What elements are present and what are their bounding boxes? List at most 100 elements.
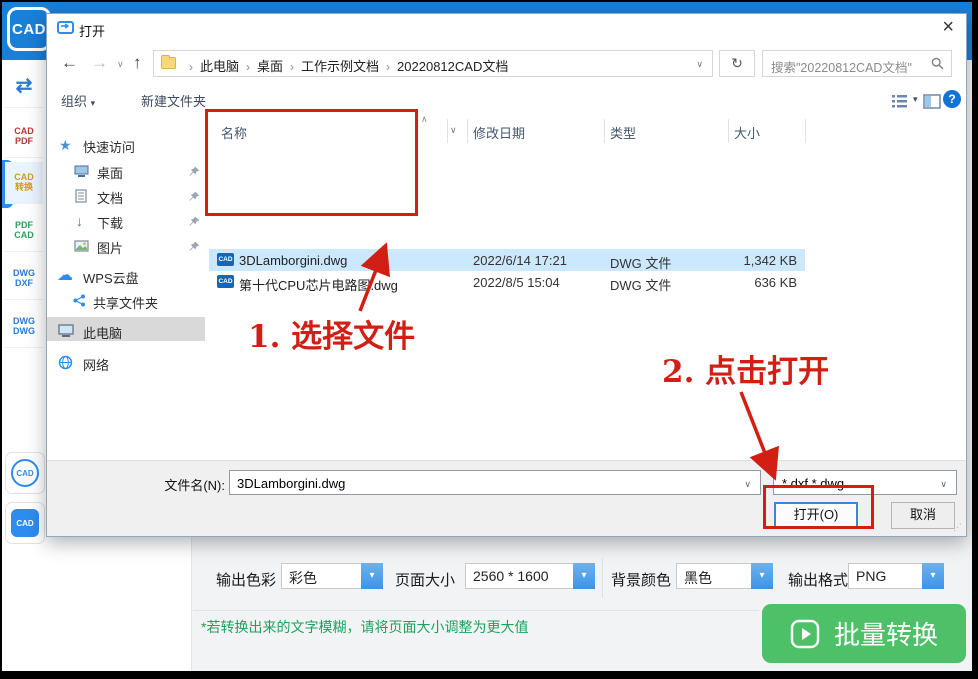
network-globe-icon — [58, 355, 73, 370]
folder-icon — [161, 57, 176, 69]
breadcrumb-separator: › — [239, 60, 257, 74]
background-color-select[interactable]: 黑色 ▾ — [676, 563, 773, 589]
view-options-caret-icon[interactable]: ▾ — [913, 94, 918, 105]
open-dialog: 打开 × ← → ∨ ↑ ›此电脑›桌面›工作示例文档›20220812CAD文… — [46, 13, 967, 537]
address-bar[interactable]: ›此电脑›桌面›工作示例文档›20220812CAD文档 ∨ — [153, 50, 713, 77]
output-color-select[interactable]: 彩色 ▾ — [281, 563, 383, 589]
dropdown-arrow-icon[interactable]: ▾ — [922, 563, 944, 589]
dialog-title: 打开 — [79, 21, 105, 40]
pin-icon — [189, 216, 200, 227]
tool-pdf-to-cad[interactable]: PDF CAD — [5, 210, 43, 252]
recent-locations-chevron-icon[interactable]: ∨ — [117, 59, 124, 70]
card-label: CAD — [16, 519, 33, 528]
preview-pane-icon[interactable] — [923, 94, 941, 109]
file-name: 第十代CPU芯片电路图.dwg — [239, 275, 398, 294]
file-row[interactable]: CAD 第十代CPU芯片电路图.dwg 2022/8/5 15:04 DWG 文… — [209, 271, 805, 293]
dropdown-arrow-icon[interactable]: ▾ — [751, 563, 773, 589]
pin-icon — [189, 166, 200, 177]
divider — [602, 558, 603, 598]
breadcrumb-separator: › — [182, 60, 200, 74]
star-icon: ★ — [59, 137, 72, 153]
output-format-select[interactable]: PNG ▾ — [848, 563, 944, 589]
caret-down-icon: ▾ — [91, 98, 96, 108]
sidebar-item-label: 下载 — [97, 213, 123, 232]
file-type: DWG 文件 — [610, 253, 671, 272]
file-type: DWG 文件 — [610, 275, 671, 294]
column-header-type[interactable]: 类型 — [610, 118, 636, 144]
breadcrumb-this-pc[interactable]: 此电脑 — [200, 59, 239, 74]
dropdown-arrow-icon[interactable]: ▾ — [573, 563, 595, 589]
search-icon — [931, 57, 944, 70]
forward-arrow-icon[interactable]: → — [91, 53, 108, 73]
search-box[interactable]: 搜索"20220812CAD文档" — [762, 50, 952, 77]
up-arrow-icon[interactable]: ↑ — [133, 53, 142, 73]
column-header-size[interactable]: 大小 — [734, 118, 760, 144]
column-label: 修改日期 — [473, 118, 525, 142]
tool-cad-to-pdf[interactable]: CAD PDF — [5, 116, 43, 158]
resize-grip[interactable]: ⋰ — [953, 522, 963, 533]
filter-chevron-icon[interactable]: ∨ — [450, 125, 457, 136]
sidebar-item-label: 图片 — [97, 238, 123, 257]
cancel-button[interactable]: 取消 — [891, 502, 955, 529]
swap-arrows-icon: ⇄ — [16, 76, 33, 97]
picture-icon — [74, 240, 89, 252]
screenshot-frame: CAD 迅捷CAD转换器 ⇄ CAD PDF CAD 转换 PDF CAD DW… — [0, 0, 978, 679]
tool-cad-viewer[interactable]: CAD — [5, 452, 45, 494]
batch-convert-button[interactable]: 批量转换 — [762, 604, 966, 663]
app-logo: CAD — [7, 7, 51, 51]
list-view-icon[interactable] — [891, 94, 908, 109]
annotation-step1-text: 1. 选择文件 — [248, 311, 415, 356]
search-input-text: 搜索"20220812CAD文档" — [771, 57, 912, 76]
tool-label: DXF — [15, 279, 33, 288]
close-icon[interactable]: × — [942, 16, 954, 39]
blur-hint-note: *若转换出来的文字模糊，请将页面大小调整为更大值 — [201, 617, 528, 637]
divider — [193, 610, 759, 611]
card-label: CAD — [16, 469, 33, 478]
breadcrumb-desktop[interactable]: 桌面 — [257, 59, 283, 74]
tool-dwg-version[interactable]: DWG DWG — [5, 306, 43, 348]
filetype-dropdown-icon[interactable]: ∨ — [940, 479, 947, 490]
tool-cad-convert-selected[interactable]: CAD 转换 — [5, 162, 43, 204]
column-label: 大小 — [734, 118, 760, 142]
column-header-date[interactable]: 修改日期 — [473, 118, 525, 144]
document-icon — [75, 189, 87, 203]
column-divider — [604, 119, 605, 143]
tool-label: PDF — [15, 137, 33, 146]
page-size-select[interactable]: 2560 * 1600 ▾ — [465, 563, 595, 589]
annotation-box-open-button — [763, 485, 874, 529]
filename-input[interactable]: 3DLamborgini.dwg ∨ — [229, 470, 761, 495]
page-size-label: 页面大小 — [395, 569, 455, 590]
filename-label: 文件名(N): — [133, 475, 225, 494]
download-icon: ↓ — [76, 213, 83, 229]
file-size: 636 KB — [719, 275, 797, 290]
back-arrow-icon[interactable]: ← — [61, 53, 78, 73]
breadcrumb-separator: › — [283, 60, 301, 74]
cad-file-icon: CAD — [217, 275, 234, 288]
pin-icon — [189, 241, 200, 252]
column-divider — [805, 119, 806, 143]
tool-convert[interactable]: ⇄ — [5, 66, 43, 108]
address-dropdown-icon[interactable]: ∨ — [696, 59, 703, 70]
file-row-selected[interactable]: CAD 3DLamborgini.dwg 2022/6/14 17:21 DWG… — [209, 249, 805, 271]
filename-dropdown-icon[interactable]: ∨ — [744, 479, 751, 490]
column-label: 类型 — [610, 118, 636, 142]
tool-cad-editor[interactable]: CAD — [5, 502, 45, 544]
output-color-label: 输出色彩 — [216, 569, 276, 590]
dropdown-arrow-icon[interactable]: ▾ — [361, 563, 383, 589]
sidebar-item-label: 文档 — [97, 188, 123, 207]
file-date: 2022/8/5 15:04 — [473, 275, 560, 290]
help-icon[interactable]: ? — [943, 90, 961, 108]
column-divider — [467, 119, 468, 143]
breadcrumb-current-folder[interactable]: 20220812CAD文档 — [397, 59, 508, 74]
breadcrumb: ›此电脑›桌面›工作示例文档›20220812CAD文档 — [182, 56, 508, 75]
breadcrumb-separator: › — [379, 60, 397, 74]
organize-menu[interactable]: 组织 ▾ — [61, 91, 95, 110]
filename-value: 3DLamborgini.dwg — [237, 476, 345, 491]
tool-dwg-to-dxf[interactable]: DWG DXF — [5, 258, 43, 300]
sidebar-item-label: 快速访问 — [83, 137, 135, 156]
breadcrumb-work-examples[interactable]: 工作示例文档 — [301, 59, 379, 74]
new-folder-button[interactable]: 新建文件夹 — [141, 91, 206, 110]
annotation-box-file-list — [205, 109, 418, 216]
refresh-icon[interactable]: ↻ — [719, 50, 755, 77]
computer-icon — [58, 324, 74, 338]
